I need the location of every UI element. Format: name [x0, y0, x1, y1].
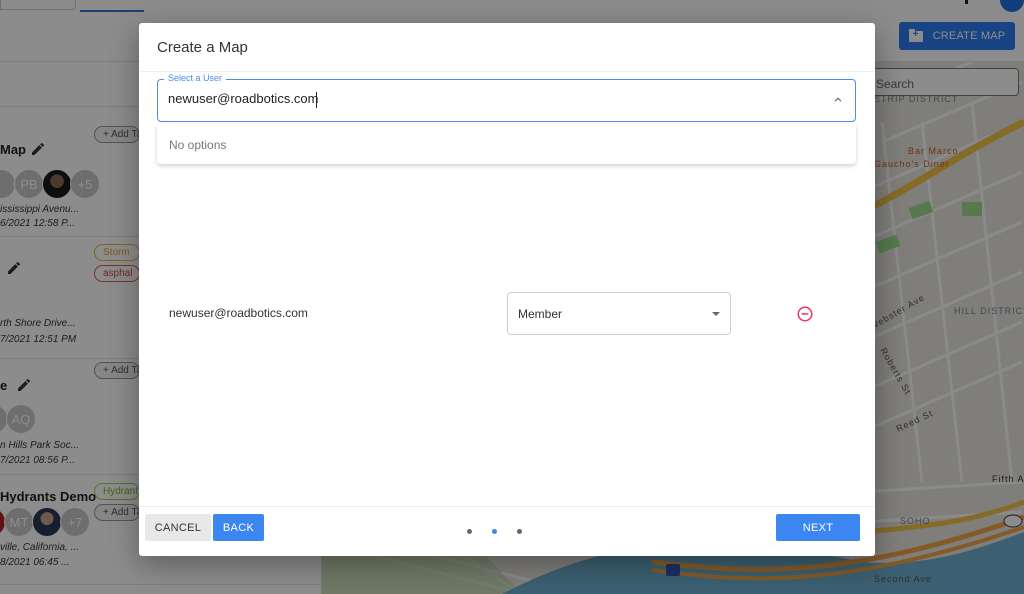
- select-user-field[interactable]: Select a User: [157, 73, 856, 122]
- cancel-button[interactable]: CANCEL: [145, 514, 211, 541]
- select-user-input[interactable]: [168, 91, 808, 106]
- select-user-label: Select a User: [164, 73, 227, 83]
- no-options-message: No options: [169, 138, 227, 152]
- step-indicator: [467, 529, 522, 534]
- step-dot-active: [492, 529, 497, 534]
- back-button[interactable]: BACK: [213, 514, 264, 541]
- next-button[interactable]: NEXT: [776, 514, 860, 541]
- role-select-value: Member: [518, 307, 563, 321]
- text-cursor: [316, 92, 317, 108]
- step-dot: [517, 529, 522, 534]
- dropdown-arrow-icon: [712, 312, 720, 316]
- create-map-dialog: Create a Map Select a User No options ne…: [139, 23, 875, 556]
- step-dot: [467, 529, 472, 534]
- divider: [139, 71, 875, 72]
- remove-member-icon[interactable]: [796, 305, 814, 323]
- user-options-dropdown: No options: [157, 124, 856, 164]
- role-select[interactable]: Member: [507, 292, 731, 335]
- chevron-up-icon[interactable]: [831, 93, 845, 107]
- divider: [139, 506, 875, 507]
- dialog-title: Create a Map: [157, 39, 248, 56]
- member-email: newuser@roadbotics.com: [169, 306, 308, 320]
